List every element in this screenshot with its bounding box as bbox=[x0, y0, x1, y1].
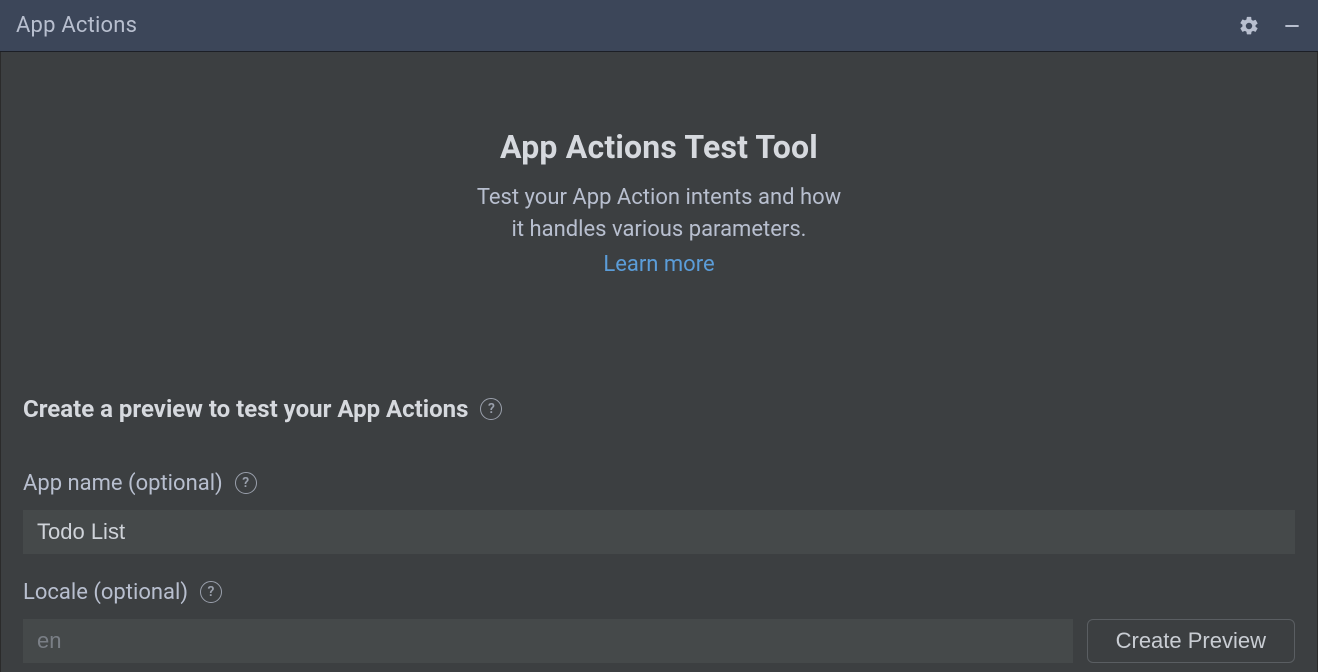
locale-row: Create Preview bbox=[23, 619, 1295, 663]
minimize-icon[interactable] bbox=[1282, 16, 1302, 36]
create-preview-button[interactable]: Create Preview bbox=[1087, 619, 1295, 663]
hero-title: App Actions Test Tool bbox=[23, 128, 1295, 166]
app-name-label: App name (optional) bbox=[23, 471, 223, 496]
panel-title: App Actions bbox=[16, 13, 137, 38]
hero-description: Test your App Action intents and how it … bbox=[23, 182, 1295, 246]
hero-description-line1: Test your App Action intents and how bbox=[477, 185, 841, 210]
section-header: Create a preview to test your App Action… bbox=[23, 395, 1295, 423]
content-area: App Actions Test Tool Test your App Acti… bbox=[0, 52, 1318, 672]
help-icon[interactable]: ? bbox=[480, 398, 502, 420]
titlebar: App Actions bbox=[0, 0, 1318, 52]
app-name-label-row: App name (optional) ? bbox=[23, 471, 1295, 496]
locale-label: Locale (optional) bbox=[23, 580, 188, 605]
locale-label-row: Locale (optional) ? bbox=[23, 580, 1295, 605]
help-icon[interactable]: ? bbox=[200, 581, 222, 603]
locale-input[interactable] bbox=[23, 619, 1073, 663]
gear-icon[interactable] bbox=[1238, 15, 1260, 37]
hero-section: App Actions Test Tool Test your App Acti… bbox=[23, 52, 1295, 347]
section-title: Create a preview to test your App Action… bbox=[23, 395, 468, 423]
hero-description-line2: it handles various parameters. bbox=[512, 217, 807, 242]
titlebar-actions bbox=[1238, 15, 1302, 37]
app-name-input[interactable] bbox=[23, 510, 1295, 554]
learn-more-link[interactable]: Learn more bbox=[603, 252, 714, 277]
help-icon[interactable]: ? bbox=[235, 472, 257, 494]
